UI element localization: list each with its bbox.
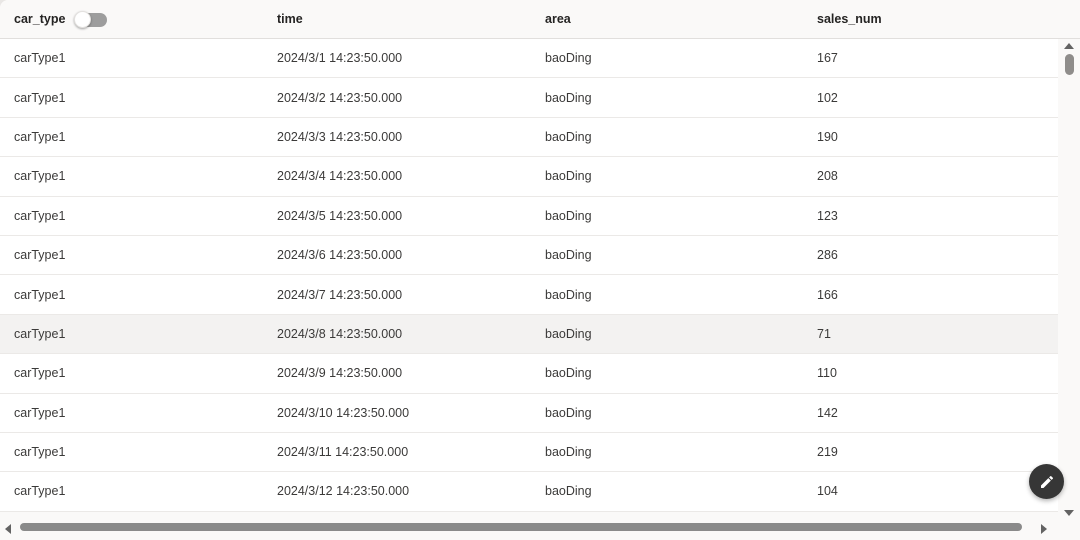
cell-time: 2024/3/4 14:23:50.000 (277, 169, 403, 184)
edit-fab-button[interactable] (1029, 464, 1064, 499)
table-row[interactable]: carType1 2024/3/11 14:23:50.000 baoDing … (0, 432, 1058, 473)
cell-car-type: carType1 (14, 445, 66, 460)
cell-sales-num: 104 (817, 484, 838, 499)
cell-car-type: carType1 (14, 208, 66, 223)
table-row[interactable]: carType1 2024/3/2 14:23:50.000 baoDing 1… (0, 78, 1058, 118)
vertical-scrollbar[interactable] (1058, 39, 1080, 518)
cell-time: 2024/3/6 14:23:50.000 (277, 248, 403, 263)
vertical-scrollbar-thumb[interactable] (1065, 54, 1074, 75)
horizontal-scrollbar-thumb[interactable] (20, 523, 1022, 531)
cell-area: baoDing (545, 287, 592, 302)
cell-area: baoDing (545, 405, 592, 420)
table-row[interactable]: carType1 2024/3/8 14:23:50.000 baoDing 7… (0, 314, 1058, 355)
cell-sales-num: 286 (817, 248, 838, 263)
column-header-sales-num: sales_num (803, 12, 1080, 26)
data-table-page: car_type time area sales_num carType1 20… (0, 0, 1080, 540)
cell-car-type: carType1 (14, 405, 66, 420)
cell-area: baoDing (545, 445, 592, 460)
cell-sales-num: 123 (817, 208, 838, 223)
cell-sales-num: 166 (817, 287, 838, 302)
table-row[interactable]: carType1 2024/3/7 14:23:50.000 baoDing 1… (0, 275, 1058, 315)
column-header-time-label: time (277, 12, 303, 26)
toggle-knob (74, 10, 92, 28)
table-row[interactable]: carType1 2024/3/10 14:23:50.000 baoDing … (0, 393, 1058, 433)
column-header-car-type-label: car_type (14, 12, 66, 26)
cell-sales-num: 142 (817, 405, 838, 420)
scroll-right-arrow-icon[interactable] (1041, 524, 1047, 534)
car-type-toggle[interactable] (74, 10, 108, 28)
table-row[interactable]: carType1 2024/3/1 14:23:50.000 baoDing 1… (0, 39, 1058, 79)
cell-area: baoDing (545, 51, 592, 66)
cell-area: baoDing (545, 248, 592, 263)
cell-time: 2024/3/7 14:23:50.000 (277, 287, 403, 302)
cell-car-type: carType1 (14, 169, 66, 184)
table-row[interactable]: carType1 2024/3/4 14:23:50.000 baoDing 2… (0, 157, 1058, 197)
cell-sales-num: 110 (817, 366, 837, 381)
cell-time: 2024/3/10 14:23:50.000 (277, 405, 410, 420)
scroll-down-arrow-icon[interactable] (1064, 510, 1074, 516)
cell-area: baoDing (545, 484, 592, 499)
horizontal-scrollbar[interactable] (0, 518, 1080, 540)
column-header-sales-num-label: sales_num (817, 12, 882, 26)
cell-sales-num: 219 (817, 445, 838, 460)
cell-time: 2024/3/2 14:23:50.000 (277, 90, 403, 105)
cell-area: baoDing (545, 366, 592, 381)
cell-sales-num: 102 (817, 90, 838, 105)
cell-time: 2024/3/12 14:23:50.000 (277, 484, 410, 499)
cell-time: 2024/3/11 14:23:50.000 (277, 445, 409, 460)
cell-area: baoDing (545, 169, 592, 184)
table-row[interactable]: carType1 2024/3/6 14:23:50.000 baoDing 2… (0, 235, 1058, 276)
cell-car-type: carType1 (14, 90, 66, 105)
table-body: carType1 2024/3/1 14:23:50.000 baoDing 1… (0, 39, 1058, 512)
table-row[interactable]: carType1 2024/3/9 14:23:50.000 baoDing 1… (0, 354, 1058, 394)
cell-time: 2024/3/9 14:23:50.000 (277, 366, 403, 381)
cell-time: 2024/3/5 14:23:50.000 (277, 208, 403, 223)
cell-area: baoDing (545, 129, 592, 144)
cell-area: baoDing (545, 326, 592, 341)
column-header-area-label: area (545, 12, 571, 26)
cell-sales-num: 167 (817, 51, 838, 66)
cell-sales-num: 190 (817, 129, 838, 144)
column-header-area: area (531, 12, 803, 26)
cell-car-type: carType1 (14, 484, 66, 499)
cell-car-type: carType1 (14, 129, 66, 144)
cell-car-type: carType1 (14, 248, 66, 263)
cell-sales-num: 208 (817, 169, 838, 184)
cell-area: baoDing (545, 208, 592, 223)
table-header-row: car_type time area sales_num (0, 0, 1080, 39)
column-header-time: time (263, 12, 531, 26)
cell-car-type: carType1 (14, 326, 66, 341)
cell-time: 2024/3/3 14:23:50.000 (277, 129, 403, 144)
cell-area: baoDing (545, 90, 592, 105)
scroll-up-arrow-icon[interactable] (1064, 43, 1074, 49)
table-row[interactable]: carType1 2024/3/3 14:23:50.000 baoDing 1… (0, 117, 1058, 158)
pencil-edit-icon (1039, 474, 1055, 490)
column-header-car-type: car_type (0, 10, 263, 28)
cell-sales-num: 71 (817, 326, 831, 341)
cell-time: 2024/3/1 14:23:50.000 (277, 51, 403, 66)
cell-car-type: carType1 (14, 366, 66, 381)
cell-car-type: carType1 (14, 287, 66, 302)
table-row[interactable]: carType1 2024/3/12 14:23:50.000 baoDing … (0, 472, 1058, 512)
table-row[interactable]: carType1 2024/3/5 14:23:50.000 baoDing 1… (0, 196, 1058, 236)
cell-car-type: carType1 (14, 51, 66, 66)
cell-time: 2024/3/8 14:23:50.000 (277, 326, 403, 341)
scroll-left-arrow-icon[interactable] (5, 524, 11, 534)
